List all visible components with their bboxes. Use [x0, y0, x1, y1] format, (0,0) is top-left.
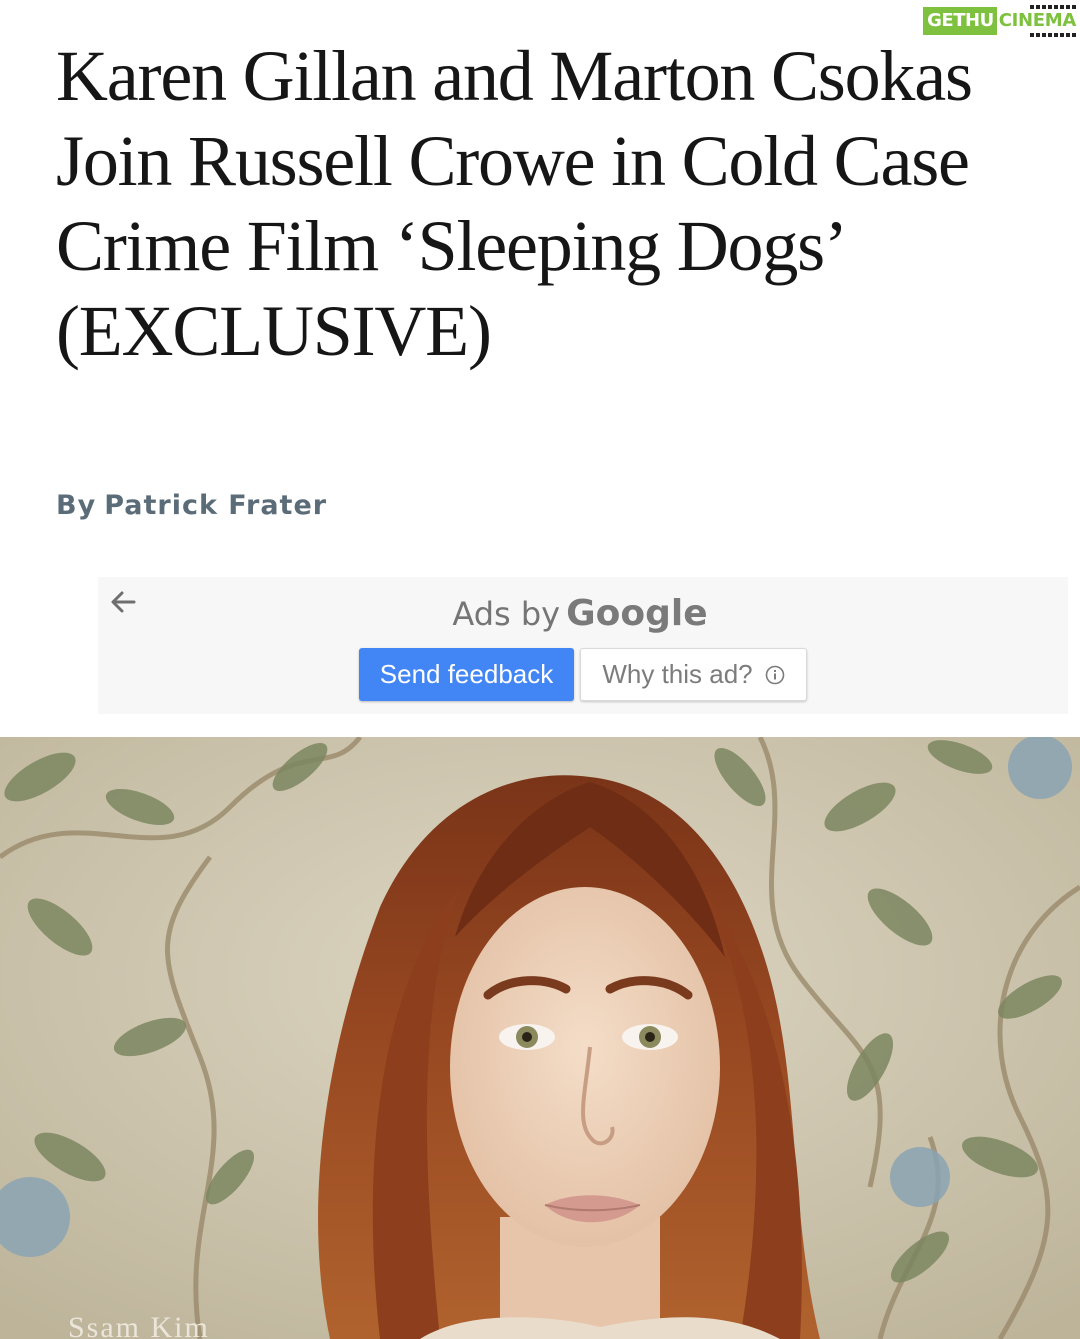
film-strip-icon [1030, 5, 1076, 9]
watermark-part1: GETHU [923, 7, 997, 35]
send-feedback-button[interactable]: Send feedback [359, 648, 574, 701]
why-this-ad-label: Why this ad? [602, 659, 753, 689]
portrait-illustration [0, 737, 1080, 1339]
film-strip-icon [1030, 33, 1076, 37]
ad-panel: Ads by Google Send feedback Why this ad? [98, 577, 1068, 714]
byline-prefix: By [56, 490, 97, 521]
article-photo: Ssam Kim [0, 737, 1080, 1339]
photo-credit: Ssam Kim [68, 1311, 210, 1339]
google-logo-text: Google [566, 593, 708, 634]
ad-buttons: Send feedback Why this ad? [359, 648, 807, 701]
info-icon [765, 665, 785, 685]
watermark-logo: GETHU CINEMA [923, 5, 1077, 37]
watermark-part2-text: CINEMA [998, 10, 1077, 31]
ads-by-text: Ads by [452, 595, 561, 633]
byline: By Patrick Frater [56, 490, 327, 521]
why-this-ad-button[interactable]: Why this ad? [580, 648, 807, 701]
author-link[interactable]: Patrick Frater [104, 490, 327, 521]
ads-by-google-label: Ads by Google [92, 593, 1068, 634]
watermark-part2: CINEMA [997, 5, 1077, 37]
article-headline: Karen Gillan and Marton Csokas Join Russ… [56, 36, 973, 371]
